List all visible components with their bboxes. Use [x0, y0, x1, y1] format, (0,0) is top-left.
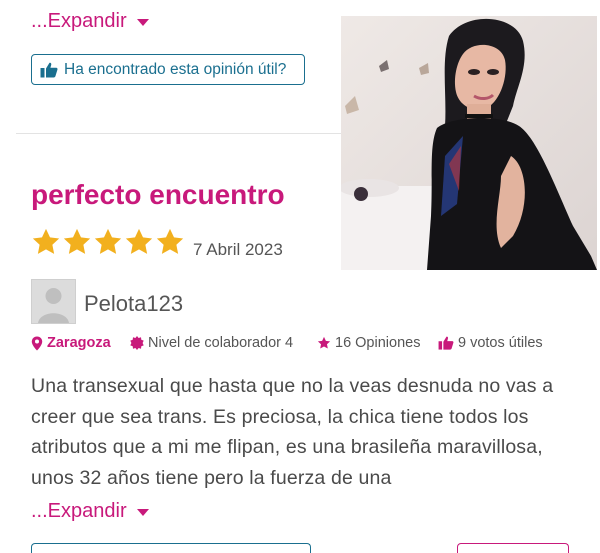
user-city[interactable]: Zaragoza	[31, 335, 111, 351]
city-label: Zaragoza	[47, 335, 111, 351]
review-divider	[16, 133, 341, 134]
review-date: 7 Abril 2023	[193, 240, 283, 259]
review-body: Una transexual que hasta que no la veas …	[31, 375, 554, 489]
star-rating	[31, 227, 185, 257]
expand-link[interactable]: ...Expandir	[31, 500, 149, 523]
opinions-label: 16 Opiniones	[335, 335, 421, 351]
helpful-button[interactable]: Ha encontrado esta opinión útil?	[31, 54, 305, 85]
caret-down-icon	[136, 19, 149, 26]
level-label: Nivel de colaborador 4	[148, 335, 294, 351]
caret-down-icon	[136, 509, 149, 516]
star-icon	[156, 228, 184, 254]
star-icon	[317, 336, 331, 349]
photo-illustration	[341, 16, 597, 270]
contributor-level: Nivel de colaborador 4	[130, 335, 293, 351]
thumbs-up-icon	[438, 336, 454, 350]
star-icon	[32, 228, 60, 254]
next-action-button[interactable]	[457, 543, 569, 553]
profile-photo[interactable]	[341, 16, 597, 270]
location-pin-icon	[31, 336, 43, 350]
useful-votes: 9 votos útiles	[438, 335, 543, 351]
review-title[interactable]: perfecto encuentro	[31, 179, 285, 211]
star-icon	[125, 228, 153, 254]
star-icon	[94, 228, 122, 254]
avatar[interactable]	[31, 279, 76, 324]
expand-link-top[interactable]: ...Expandir	[31, 10, 149, 33]
username[interactable]: Pelota123	[84, 291, 183, 317]
user-placeholder-icon	[32, 280, 75, 323]
next-helpful-button[interactable]	[31, 543, 311, 553]
badge-icon	[130, 336, 144, 350]
opinions-count[interactable]: 16 Opiniones	[317, 335, 420, 351]
expand-label: ...Expandir	[31, 10, 127, 32]
votes-label: 9 votos útiles	[458, 335, 543, 351]
star-icon	[63, 228, 91, 254]
helpful-label: Ha encontrado esta opinión útil?	[64, 60, 287, 78]
expand-label: ...Expandir	[31, 500, 127, 522]
thumbs-up-icon	[40, 62, 58, 77]
